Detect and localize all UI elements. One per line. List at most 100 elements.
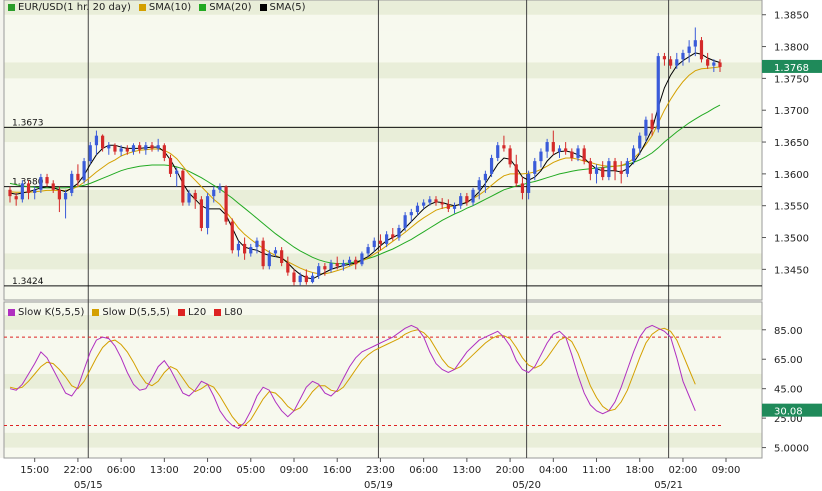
candle-body[interactable] <box>45 177 49 184</box>
candle-body[interactable] <box>119 148 123 152</box>
candle-body[interactable] <box>638 135 642 149</box>
candle-body[interactable] <box>409 212 413 216</box>
candle-body[interactable] <box>434 199 438 203</box>
candle-body[interactable] <box>82 161 86 181</box>
candle-body[interactable] <box>63 192 68 200</box>
candle-body[interactable] <box>168 157 173 174</box>
candle-body[interactable] <box>70 173 74 193</box>
candle-body[interactable] <box>205 196 210 228</box>
candle-body[interactable] <box>144 145 148 150</box>
candle-body[interactable] <box>502 145 506 149</box>
candle-body[interactable] <box>298 275 302 283</box>
candle-body[interactable] <box>33 189 37 193</box>
candle-body[interactable] <box>280 250 284 263</box>
candle-body[interactable] <box>101 135 105 149</box>
candle-body[interactable] <box>131 145 136 152</box>
candle-body[interactable] <box>613 161 617 171</box>
candle-body[interactable] <box>582 148 586 162</box>
candle-body[interactable] <box>310 275 315 283</box>
candle-body[interactable] <box>508 148 512 165</box>
candle-body[interactable] <box>218 186 222 190</box>
candle-body[interactable] <box>669 59 673 66</box>
candle-body[interactable] <box>51 183 55 190</box>
legend-item-l80[interactable]: L80 <box>214 307 243 318</box>
candle-body[interactable] <box>273 250 278 254</box>
candle-body[interactable] <box>675 59 679 66</box>
candle-body[interactable] <box>564 148 568 152</box>
legend-item-slow-d[interactable]: Slow D(5,5,5) <box>92 307 170 318</box>
legend-item-pair[interactable]: EUR/USD(1 hr. 20 day) <box>8 2 131 13</box>
candle-body[interactable] <box>94 135 99 146</box>
candle-body[interactable] <box>650 119 654 130</box>
candle-body[interactable] <box>156 145 160 149</box>
candle-body[interactable] <box>440 202 444 205</box>
candle-body[interactable] <box>644 119 648 136</box>
candle-body[interactable] <box>366 247 370 254</box>
legend-item-slow-k[interactable]: Slow K(5,5,5) <box>8 307 84 318</box>
candle-body[interactable] <box>335 262 339 267</box>
candle-body[interactable] <box>533 161 537 174</box>
candle-body[interactable] <box>113 145 117 152</box>
candle-body[interactable] <box>607 161 611 178</box>
candle-body[interactable] <box>687 46 691 53</box>
candle-body[interactable] <box>601 167 605 178</box>
candle-body[interactable] <box>76 173 80 181</box>
candle-body[interactable] <box>26 183 31 193</box>
candle-body[interactable] <box>261 240 265 267</box>
candle-body[interactable] <box>496 145 500 158</box>
candle-body[interactable] <box>539 151 543 162</box>
candle-body[interactable] <box>107 145 111 149</box>
candle-body[interactable] <box>662 56 667 60</box>
candle-body[interactable] <box>150 145 154 149</box>
candle-body[interactable] <box>520 183 525 193</box>
candle-body[interactable] <box>514 164 518 184</box>
candle-body[interactable] <box>230 221 234 251</box>
candle-body[interactable] <box>372 240 376 248</box>
candle-body[interactable] <box>656 56 660 130</box>
candle-body[interactable] <box>699 40 704 60</box>
candle-body[interactable] <box>397 227 401 238</box>
candle-body[interactable] <box>551 142 555 152</box>
candle-body[interactable] <box>304 275 308 283</box>
candle-body[interactable] <box>341 262 345 267</box>
candle-body[interactable] <box>527 173 531 193</box>
candle-body[interactable] <box>212 189 216 197</box>
candle-body[interactable] <box>125 148 129 152</box>
candle-body[interactable] <box>403 215 407 228</box>
candle-body[interactable] <box>446 204 450 209</box>
candle-body[interactable] <box>422 202 426 206</box>
candle-body[interactable] <box>712 62 716 66</box>
candle-body[interactable] <box>138 145 142 150</box>
candle-body[interactable] <box>631 148 636 162</box>
candle-body[interactable] <box>619 170 623 174</box>
candle-body[interactable] <box>224 186 228 222</box>
candle-body[interactable] <box>354 259 358 265</box>
candle-body[interactable] <box>267 253 271 267</box>
candle-body[interactable] <box>360 253 364 265</box>
candle-body[interactable] <box>385 234 389 244</box>
candle-body[interactable] <box>162 145 166 158</box>
candle-body[interactable] <box>465 196 469 203</box>
candle-body[interactable] <box>415 205 420 213</box>
candle-body[interactable] <box>181 170 185 203</box>
candle-body[interactable] <box>477 180 481 190</box>
candle-body[interactable] <box>57 189 61 200</box>
candle-body[interactable] <box>588 161 592 174</box>
candle-body[interactable] <box>329 262 333 270</box>
candle-body[interactable] <box>557 148 562 152</box>
candle-body[interactable] <box>452 205 457 209</box>
candle-body[interactable] <box>255 240 259 248</box>
candle-body[interactable] <box>391 234 395 238</box>
candle-body[interactable] <box>20 183 24 200</box>
candle-body[interactable] <box>428 199 432 203</box>
candle-body[interactable] <box>8 189 12 197</box>
candle-body[interactable] <box>489 157 494 174</box>
candle-body[interactable] <box>483 173 487 181</box>
legend-item-l20[interactable]: L20 <box>177 307 206 318</box>
candle-body[interactable] <box>243 243 247 254</box>
candle-body[interactable] <box>545 142 549 152</box>
candle-body[interactable] <box>459 196 463 206</box>
candle-body[interactable] <box>175 170 179 174</box>
candle-body[interactable] <box>681 52 685 60</box>
candle-body[interactable] <box>317 266 321 276</box>
